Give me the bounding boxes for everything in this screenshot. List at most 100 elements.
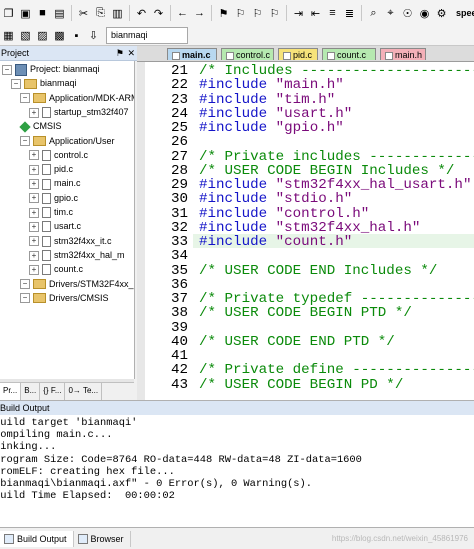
expand-plus-icon[interactable]: + bbox=[29, 207, 39, 218]
code-line[interactable]: /* USER CODE END Includes */ bbox=[199, 263, 437, 279]
tree-item[interactable]: + gpio.c bbox=[29, 191, 78, 205]
tree-item[interactable]: + startup_stm32f407 bbox=[29, 105, 129, 119]
open-file-icon[interactable]: ▣ bbox=[18, 6, 33, 21]
build-toolbar: ▦ ▧ ▨ ▩ ▪ ⇩ bianmaqi bbox=[0, 26, 474, 46]
find-icon[interactable]: ⌕ bbox=[366, 6, 381, 21]
collapse-minus-icon[interactable]: − bbox=[20, 279, 30, 290]
editor-tab[interactable]: count.c bbox=[322, 48, 376, 60]
tree-item[interactable]: − bianmaqi bbox=[11, 76, 77, 90]
tree-item[interactable]: + tim.c bbox=[29, 205, 73, 219]
forward-icon[interactable]: → bbox=[192, 6, 207, 21]
back-icon[interactable]: ← bbox=[175, 6, 190, 21]
expand-plus-icon[interactable]: + bbox=[29, 107, 39, 118]
editor-tab[interactable]: control.c bbox=[221, 48, 274, 60]
tree-item[interactable]: + stm32f4xx_hal_m bbox=[29, 248, 125, 262]
collapse-minus-icon[interactable]: − bbox=[20, 136, 30, 147]
tree-item[interactable]: + main.c bbox=[29, 176, 81, 190]
download-icon[interactable]: ⇩ bbox=[86, 28, 101, 43]
rebuild-icon[interactable]: ▨ bbox=[35, 28, 50, 43]
panel-tab[interactable]: 0→ Te... bbox=[65, 383, 103, 401]
code-text: /* USER CODE END Includes */ bbox=[199, 262, 438, 279]
editor-tab-label: pid.c bbox=[293, 50, 313, 60]
file-icon bbox=[42, 178, 51, 190]
code-line[interactable]: /* USER CODE END PTD */ bbox=[199, 334, 395, 350]
code-line[interactable]: /* USER CODE BEGIN PTD */ bbox=[199, 305, 412, 321]
stop-build-icon[interactable]: ▪ bbox=[69, 28, 84, 43]
prev-bookmark-icon[interactable]: ⚐ bbox=[233, 6, 248, 21]
file-tab-icon bbox=[327, 52, 335, 60]
uncomment-icon[interactable]: ≣ bbox=[342, 6, 357, 21]
window-tab[interactable]: Build Output bbox=[0, 530, 74, 547]
build-output-line: FromELF: creating hex file... bbox=[0, 465, 175, 478]
panel-tab[interactable]: Pr... bbox=[0, 383, 22, 401]
copy-icon[interactable]: ⎘ bbox=[93, 6, 108, 21]
window-tab[interactable]: Browser bbox=[74, 530, 131, 547]
build-icon[interactable]: ▧ bbox=[18, 28, 33, 43]
tree-item-label: control.c bbox=[54, 149, 89, 160]
expand-plus-icon[interactable]: + bbox=[29, 150, 39, 161]
close-icon[interactable]: ✕ bbox=[127, 46, 135, 60]
editor-tab[interactable]: main.c bbox=[167, 48, 217, 60]
tree-item[interactable]: − Application/MDK-ARM bbox=[20, 91, 134, 105]
paste-icon[interactable]: ▥ bbox=[110, 6, 125, 21]
search-icon[interactable]: ☉ bbox=[400, 6, 415, 21]
expand-plus-icon[interactable]: + bbox=[29, 250, 39, 261]
tree-item[interactable]: − Application/User bbox=[20, 134, 115, 148]
find-in-files-icon[interactable]: ⌖ bbox=[383, 6, 398, 21]
code-area[interactable]: /* Includes ----------------------------… bbox=[193, 62, 474, 400]
file-icon bbox=[42, 221, 51, 233]
save-icon[interactable]: ■ bbox=[35, 6, 50, 21]
next-bookmark-icon[interactable]: ⚐ bbox=[250, 6, 265, 21]
panel-tab[interactable]: B... bbox=[21, 383, 41, 401]
tree-item[interactable]: − Drivers/CMSIS bbox=[20, 291, 109, 305]
cut-icon[interactable]: ✂ bbox=[76, 6, 91, 21]
tree-item[interactable]: − Drivers/STM32F4xx_H bbox=[20, 277, 134, 291]
tree-item[interactable]: + pid.c bbox=[29, 162, 73, 176]
new-file-icon[interactable]: ❐ bbox=[1, 6, 16, 21]
editor-tabs: main.c control.c pid.c count.c main.h bbox=[137, 46, 474, 62]
tree-item[interactable]: + stm32f4xx_it.c bbox=[29, 234, 112, 248]
collapse-minus-icon[interactable]: − bbox=[20, 293, 30, 304]
debug-icon[interactable]: ◉ bbox=[417, 6, 432, 21]
tree-item[interactable]: + usart.c bbox=[29, 219, 81, 233]
tree-item[interactable]: + control.c bbox=[29, 148, 88, 162]
tree-item-label: bianmaqi bbox=[40, 78, 77, 89]
tree-item[interactable]: CMSIS bbox=[19, 119, 62, 133]
expand-plus-icon[interactable]: + bbox=[29, 179, 39, 190]
tree-item[interactable]: − Project: bianmaqi bbox=[2, 62, 100, 76]
panel-tab[interactable]: {} F... bbox=[40, 383, 66, 401]
code-line[interactable]: #include "gpio.h" bbox=[199, 120, 344, 136]
collapse-minus-icon[interactable]: − bbox=[2, 64, 12, 75]
expand-plus-icon[interactable]: + bbox=[29, 193, 39, 204]
code-line[interactable]: #include "count.h" bbox=[199, 234, 352, 250]
settings-icon[interactable]: ⚙ bbox=[434, 6, 449, 21]
collapse-minus-icon[interactable]: − bbox=[20, 93, 30, 104]
save-all-icon[interactable]: ▤ bbox=[52, 6, 67, 21]
expand-plus-icon[interactable]: + bbox=[29, 164, 39, 175]
translate-icon[interactable]: ▦ bbox=[1, 28, 16, 43]
build-output-line: Build Time Elapsed: 00:00:02 bbox=[0, 490, 175, 503]
pin-icon[interactable]: ⚑ bbox=[116, 46, 124, 60]
expand-plus-icon[interactable]: + bbox=[29, 264, 39, 275]
file-icon bbox=[42, 235, 51, 247]
indent-icon[interactable]: ⇥ bbox=[291, 6, 306, 21]
target-select[interactable]: bianmaqi bbox=[106, 27, 188, 44]
clear-bookmark-icon[interactable]: ⚐ bbox=[267, 6, 282, 21]
tree-item[interactable]: + count.c bbox=[29, 262, 83, 276]
batch-build-icon[interactable]: ▩ bbox=[52, 28, 67, 43]
redo-icon[interactable]: ↷ bbox=[151, 6, 166, 21]
file-icon bbox=[42, 107, 51, 119]
collapse-minus-icon[interactable]: − bbox=[11, 78, 21, 89]
editor-tab[interactable]: main.h bbox=[380, 48, 426, 60]
build-output-pane[interactable]: Build target 'bianmaqi' compiling main.c.… bbox=[0, 415, 474, 527]
code-line[interactable]: /* USER CODE BEGIN PD */ bbox=[199, 377, 403, 393]
expand-plus-icon[interactable]: + bbox=[29, 221, 39, 232]
expand-plus-icon[interactable]: + bbox=[29, 236, 39, 247]
unindent-icon[interactable]: ⇤ bbox=[308, 6, 323, 21]
main-toolbar: ❐▣■▤✂⎘▥↶↷←→⚑⚐⚐⚐⇥⇤≡≣⌕⌖☉◉⚙speed_pid_init bbox=[0, 0, 474, 27]
comment-icon[interactable]: ≡ bbox=[325, 6, 340, 21]
bookmark-icon[interactable]: ⚑ bbox=[216, 6, 231, 21]
undo-icon[interactable]: ↶ bbox=[134, 6, 149, 21]
editor-tab[interactable]: pid.c bbox=[278, 48, 318, 60]
target-name[interactable]: speed_pid_init bbox=[456, 8, 474, 18]
